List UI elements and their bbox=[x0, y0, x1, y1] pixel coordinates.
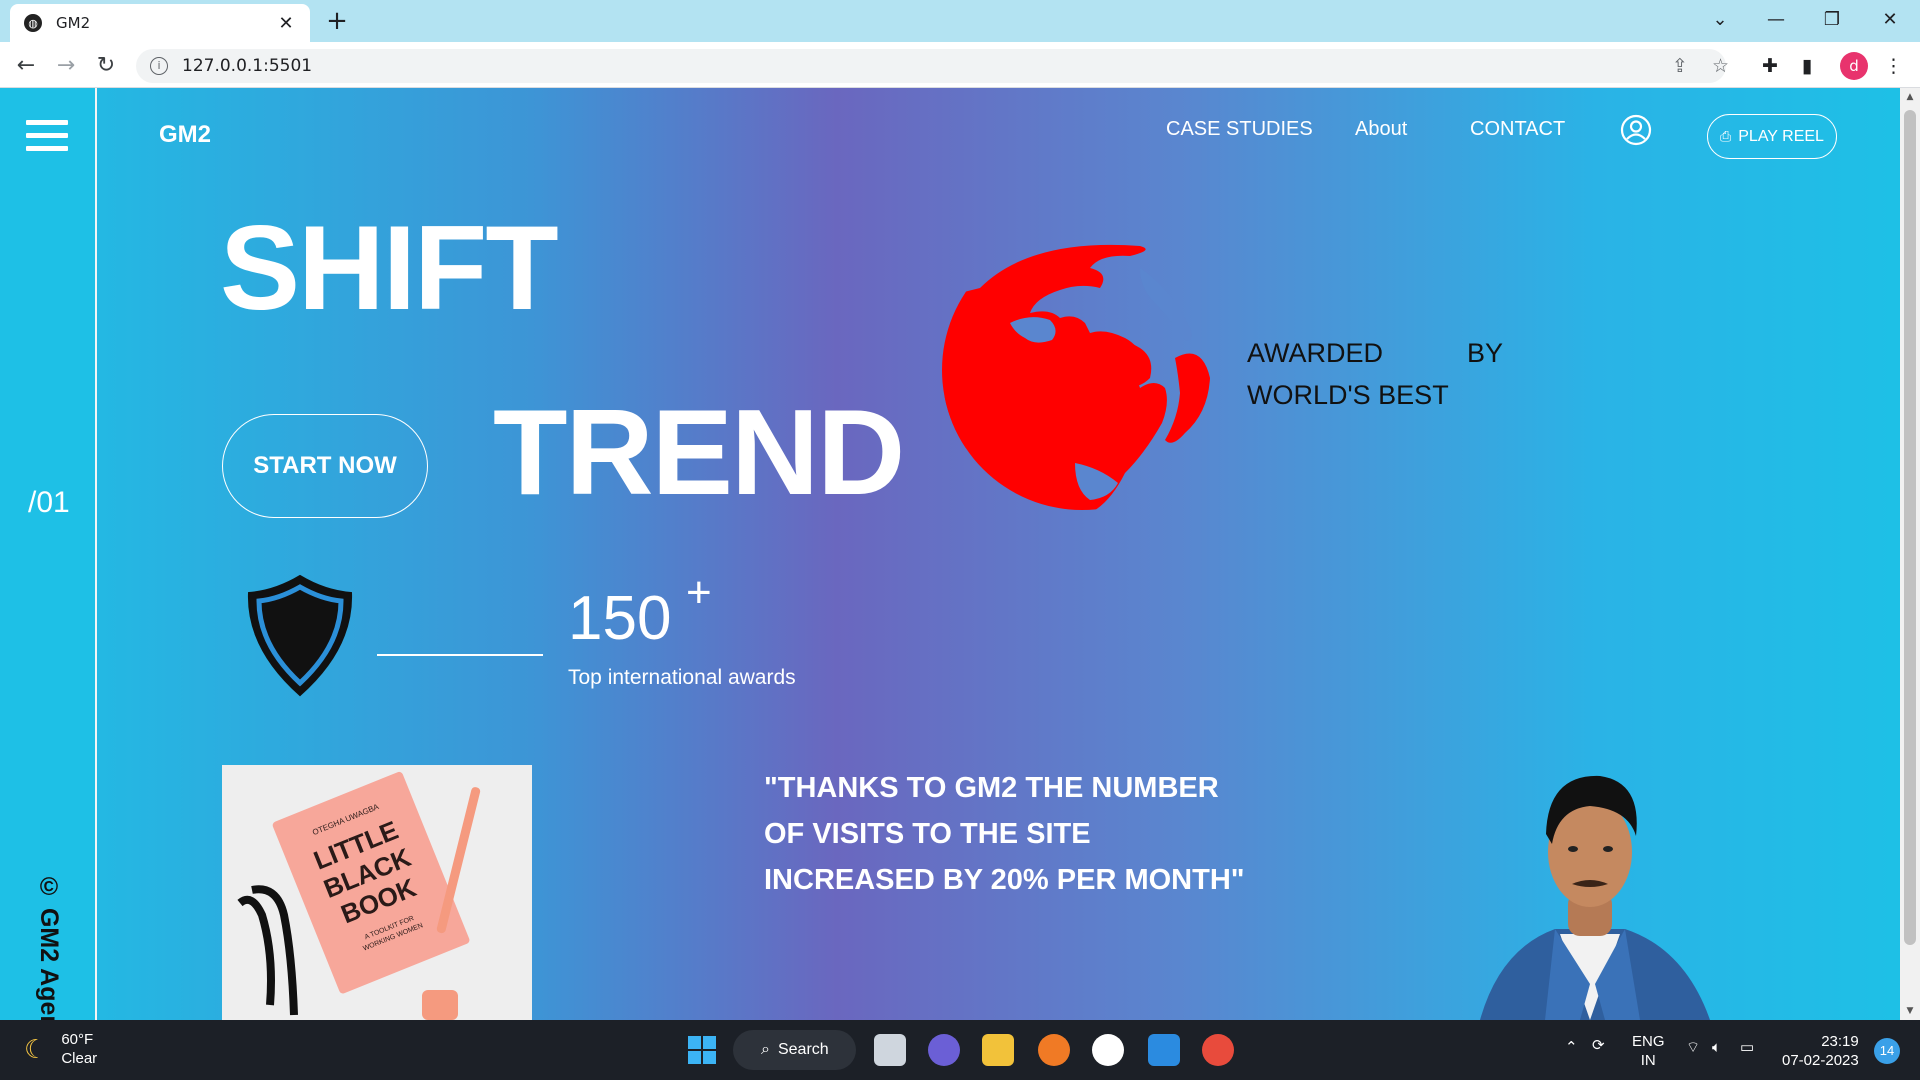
play-reel-button[interactable]: ⎙ PLAY REEL bbox=[1707, 114, 1837, 159]
book-photo-illustration: OTEGHA UWAGBA LITTLE BLACK BOOK A TOOLKI… bbox=[222, 765, 532, 1020]
firefox-icon[interactable] bbox=[1038, 1034, 1070, 1066]
chrome-icon[interactable] bbox=[1202, 1034, 1234, 1066]
volume-icon[interactable]: 🔈︎ bbox=[1712, 1038, 1721, 1057]
awarded-by: BY bbox=[1467, 338, 1504, 368]
battery-icon[interactable]: ▭ bbox=[1740, 1038, 1754, 1057]
tab-close-icon[interactable]: ✕ bbox=[276, 13, 296, 34]
scroll-up-icon[interactable]: ▲ bbox=[1900, 88, 1920, 106]
testimonial-quote: "THANKS TO GM2 THE NUMBER OF VISITS TO T… bbox=[764, 765, 1245, 903]
testimonial-person-photo bbox=[1480, 775, 1710, 1020]
hero-heading-shift: SHIFT bbox=[220, 201, 559, 335]
bookmark-star-icon[interactable]: ☆ bbox=[1712, 55, 1729, 77]
award-label: Top international awards bbox=[568, 666, 796, 689]
weather-desc: Clear bbox=[61, 1050, 98, 1067]
forward-icon[interactable]: → bbox=[50, 49, 82, 81]
clock-date: 07-02-2023 bbox=[1782, 1052, 1859, 1069]
moon-icon: ☾ bbox=[24, 1033, 48, 1064]
notification-badge[interactable]: 14 bbox=[1874, 1038, 1900, 1064]
new-tab-icon[interactable]: + bbox=[322, 6, 352, 36]
language-code: ENG bbox=[1632, 1033, 1665, 1050]
restore-icon[interactable]: ❐ bbox=[1804, 0, 1860, 38]
reload-icon[interactable]: ↻ bbox=[90, 49, 122, 81]
file-explorer-icon[interactable] bbox=[982, 1034, 1014, 1066]
windows-taskbar: ☾ 60°F Clear ⌕ Search ⌃ ⟳ ENG IN ⌔ 🔈︎ ▭ … bbox=[0, 1020, 1920, 1080]
book-photo: OTEGHA UWAGBA LITTLE BLACK BOOK A TOOLKI… bbox=[222, 765, 532, 1020]
slack-icon[interactable] bbox=[1092, 1034, 1124, 1066]
quote-line-3: INCREASED BY 20% PER MONTH" bbox=[764, 864, 1245, 896]
clock[interactable]: 23:19 07-02-2023 bbox=[1782, 1032, 1859, 1070]
awarded-line-2: WORLD'S BEST bbox=[1247, 380, 1449, 410]
weather-widget[interactable]: ☾ 60°F Clear bbox=[24, 1030, 97, 1068]
weather-temp: 60°F bbox=[61, 1031, 94, 1048]
hero-heading-trend: TREND bbox=[493, 384, 905, 520]
address-bar[interactable]: i 127.0.0.1:5501 bbox=[136, 49, 1726, 83]
start-now-button[interactable]: START NOW bbox=[222, 414, 428, 518]
left-rail: /01 © GM2 Agency bbox=[0, 88, 97, 1020]
globe-favicon-icon: ◍ bbox=[24, 14, 42, 32]
award-divider-line bbox=[377, 654, 543, 656]
tray-chevron-icon[interactable]: ⌃ bbox=[1565, 1038, 1578, 1057]
close-window-icon[interactable]: ✕ bbox=[1862, 0, 1918, 38]
red-globe-icon bbox=[942, 244, 1210, 510]
copyright-text: © GM2 Agency bbox=[35, 873, 63, 1020]
site-info-icon[interactable]: i bbox=[150, 57, 168, 75]
user-account-icon[interactable] bbox=[1620, 114, 1652, 146]
browser-menu-icon[interactable]: ⋮ bbox=[1884, 55, 1903, 77]
browser-tab[interactable]: ◍ GM2 ✕ bbox=[10, 4, 310, 42]
camera-icon: ⎙ bbox=[1720, 128, 1732, 144]
tab-title: GM2 bbox=[56, 14, 91, 32]
quote-line-1: "THANKS TO GM2 THE NUMBER bbox=[764, 772, 1219, 804]
taskbar-search-label: Search bbox=[777, 1041, 829, 1058]
page-scrollbar[interactable]: ▲ ▼ bbox=[1900, 88, 1920, 1020]
extensions-icon[interactable]: ✚ bbox=[1762, 55, 1778, 77]
quote-line-2: OF VISITS TO THE SITE bbox=[764, 818, 1091, 850]
awarded-line-1: AWARDED bbox=[1247, 338, 1384, 368]
vscode-icon[interactable] bbox=[1148, 1034, 1180, 1066]
clock-time: 23:19 bbox=[1821, 1033, 1859, 1050]
browser-tab-bar: ◍ GM2 ✕ + ⌄ — ❐ ✕ bbox=[0, 0, 1920, 42]
award-plus: + bbox=[686, 568, 712, 617]
site-logo[interactable]: GM2 bbox=[159, 121, 211, 149]
share-icon[interactable]: ⇪ bbox=[1672, 55, 1688, 77]
tab-search-chevron-icon[interactable]: ⌄ bbox=[1692, 0, 1748, 38]
taskbar-search[interactable]: ⌕ Search bbox=[733, 1030, 856, 1070]
nav-contact[interactable]: CONTACT bbox=[1470, 118, 1565, 141]
awarded-text: AWARDED BY WORLD'S BEST bbox=[1247, 332, 1503, 416]
award-count: 150 bbox=[568, 584, 672, 653]
sync-icon[interactable]: ⟳ bbox=[1592, 1036, 1605, 1055]
play-reel-label: PLAY REEL bbox=[1738, 127, 1824, 145]
url-text: 127.0.0.1:5501 bbox=[182, 56, 313, 76]
hamburger-menu-icon[interactable] bbox=[26, 120, 68, 159]
nav-about[interactable]: About bbox=[1355, 118, 1407, 141]
windows-start-icon[interactable] bbox=[686, 1034, 718, 1066]
browser-toolbar: ← → ↻ i 127.0.0.1:5501 ⇪ ☆ ✚ ▮ ⋮ bbox=[0, 42, 1920, 88]
language-indicator[interactable]: ENG IN bbox=[1632, 1032, 1665, 1070]
search-icon: ⌕ bbox=[761, 1041, 770, 1058]
minimize-icon[interactable]: — bbox=[1748, 0, 1804, 38]
shield-icon bbox=[247, 574, 353, 697]
task-view-icon[interactable] bbox=[874, 1034, 906, 1066]
teams-chat-icon[interactable] bbox=[928, 1034, 960, 1066]
page-viewport: /01 © GM2 Agency GM2 CASE STUDIES About … bbox=[0, 88, 1900, 1020]
profile-avatar[interactable]: d bbox=[1840, 52, 1868, 80]
nav-case-studies[interactable]: CASE STUDIES bbox=[1166, 118, 1313, 141]
slide-number: /01 bbox=[28, 486, 70, 519]
scrollbar-thumb[interactable] bbox=[1904, 110, 1916, 945]
scroll-down-icon[interactable]: ▼ bbox=[1900, 1002, 1920, 1020]
wifi-icon[interactable]: ⌔ bbox=[1686, 1038, 1700, 1057]
side-panel-icon[interactable]: ▮ bbox=[1802, 55, 1812, 77]
back-icon[interactable]: ← bbox=[10, 49, 42, 81]
language-region: IN bbox=[1640, 1052, 1656, 1069]
